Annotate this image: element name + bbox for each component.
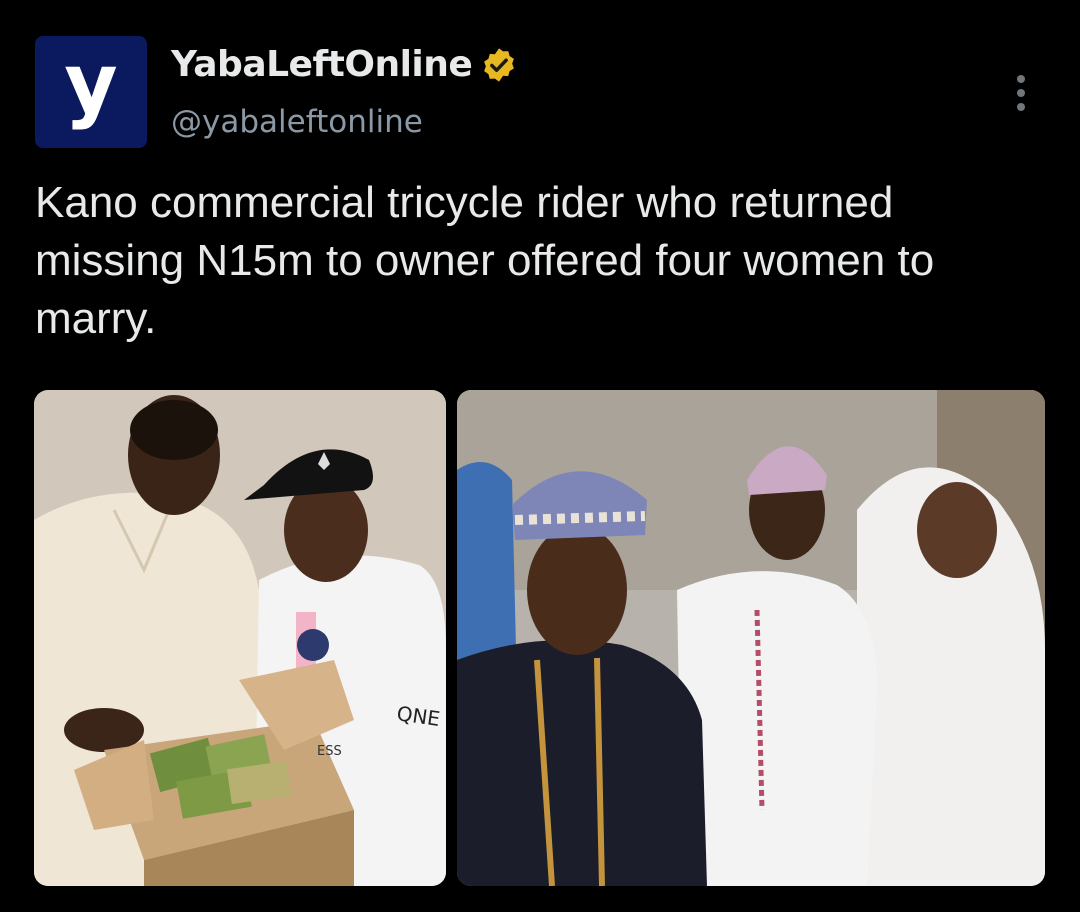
author-name-row: YabaLeftOnline — [171, 44, 518, 85]
photo1-box-text: ESS — [317, 744, 342, 759]
more-vertical-icon[interactable] — [1006, 70, 1036, 120]
verified-badge-icon — [484, 47, 515, 82]
tweet-photo-2[interactable] — [457, 390, 1045, 886]
author-handle[interactable]: @yabaleftonline — [171, 104, 423, 140]
author-avatar[interactable]: y — [35, 36, 147, 148]
tweet-text: Kano commercial tricycle rider who retur… — [35, 178, 935, 343]
tweet-photo-1[interactable]: QNE ESS — [34, 390, 446, 886]
author-display-name[interactable]: YabaLeftOnline — [171, 44, 473, 85]
avatar-logo-letter: y — [64, 37, 118, 132]
